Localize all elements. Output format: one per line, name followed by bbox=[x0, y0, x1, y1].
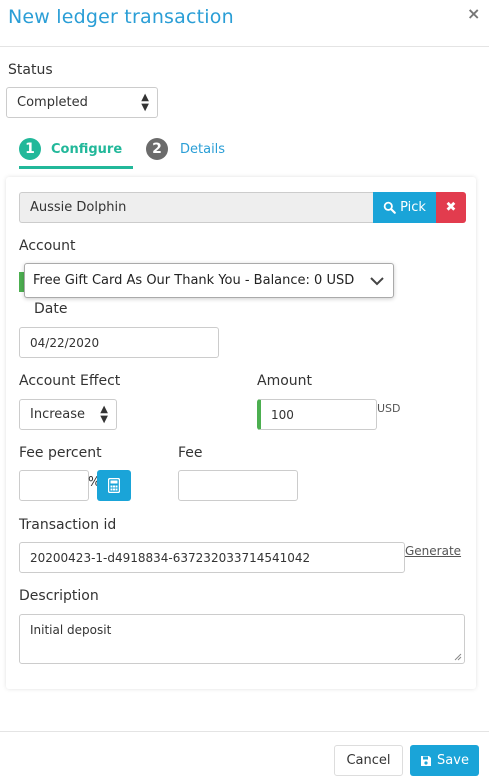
status-select[interactable]: Completed ▲ ▼ bbox=[6, 87, 158, 118]
date-input[interactable]: 04/22/2020 bbox=[19, 327, 219, 358]
account-select[interactable]: Free Gift Card As Our Thank You - Balanc… bbox=[24, 263, 394, 298]
status-label: Status bbox=[8, 62, 53, 78]
amount-input[interactable]: 100 bbox=[257, 399, 377, 430]
resize-handle-icon[interactable] bbox=[454, 653, 462, 661]
sort-arrows-icon: ▲ ▼ bbox=[141, 91, 149, 113]
currency-label: USD bbox=[377, 402, 401, 415]
date-label: Date bbox=[34, 301, 68, 317]
close-icon[interactable]: × bbox=[467, 4, 480, 23]
description-textarea[interactable]: Initial deposit bbox=[19, 614, 465, 664]
floppy-disk-icon bbox=[421, 755, 432, 766]
pick-button-label: Pick bbox=[400, 200, 426, 215]
tab-configure-label: Configure bbox=[51, 141, 123, 157]
dialog-title: New ledger transaction bbox=[8, 6, 234, 28]
fee-label: Fee bbox=[178, 445, 203, 461]
fee-percent-input[interactable] bbox=[19, 470, 89, 501]
save-button-label: Save bbox=[437, 753, 469, 768]
step-two-icon: 2 bbox=[146, 138, 168, 160]
active-tab-indicator bbox=[19, 166, 133, 169]
sort-arrows-icon: ▲ ▼ bbox=[100, 403, 108, 425]
fee-input[interactable] bbox=[178, 470, 298, 501]
description-value: Initial deposit bbox=[30, 623, 112, 637]
close-icon: ✖ bbox=[445, 200, 457, 215]
cancel-button[interactable]: Cancel bbox=[334, 745, 403, 776]
calculator-button[interactable] bbox=[97, 470, 131, 501]
account-effect-select[interactable]: Increase ▲ ▼ bbox=[19, 399, 117, 430]
tab-configure[interactable]: 1 Configure bbox=[19, 138, 122, 160]
status-select-value: Completed bbox=[17, 95, 88, 110]
account-effect-label: Account Effect bbox=[19, 373, 121, 389]
footer-divider bbox=[0, 731, 489, 732]
account-effect-value: Increase bbox=[30, 407, 86, 422]
header-divider bbox=[0, 46, 489, 47]
account-label: Account bbox=[19, 238, 76, 254]
fee-percent-label: Fee percent bbox=[19, 445, 102, 461]
configure-panel bbox=[6, 177, 476, 689]
search-icon bbox=[383, 201, 396, 214]
description-label: Description bbox=[19, 588, 99, 604]
user-field: Aussie Dolphin bbox=[19, 192, 373, 223]
tab-details-label: Details bbox=[180, 141, 226, 157]
clear-user-button[interactable]: ✖ bbox=[436, 192, 466, 223]
pick-button[interactable]: Pick bbox=[373, 192, 436, 223]
account-select-value: Free Gift Card As Our Thank You - Balanc… bbox=[33, 273, 355, 288]
amount-label: Amount bbox=[257, 373, 313, 389]
generate-link[interactable]: Generate bbox=[405, 544, 461, 558]
tab-details[interactable]: 2 Details bbox=[146, 138, 225, 160]
save-button[interactable]: Save bbox=[410, 745, 479, 776]
chevron-down-icon bbox=[370, 277, 384, 286]
calculator-icon bbox=[108, 478, 120, 493]
transaction-id-input[interactable]: 20200423-1-d4918834-637232033714541042 bbox=[19, 542, 405, 573]
transaction-id-label: Transaction id bbox=[19, 517, 117, 533]
step-one-icon: 1 bbox=[19, 138, 41, 160]
